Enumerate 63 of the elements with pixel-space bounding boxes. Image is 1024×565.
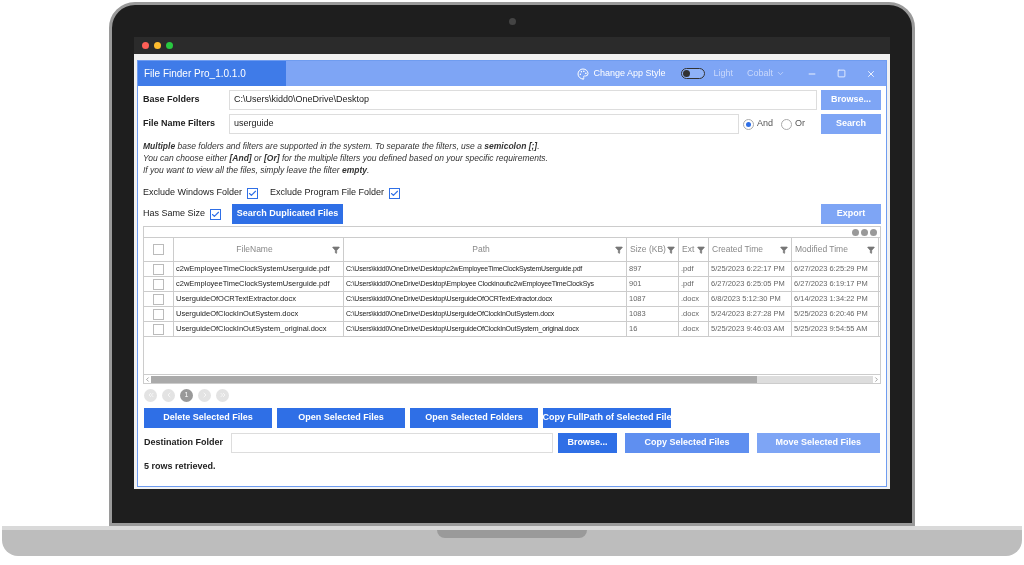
row-checkbox[interactable]	[153, 293, 164, 305]
browse-button[interactable]: Browse...	[557, 432, 618, 453]
row-checkbox[interactable]	[153, 323, 164, 335]
filter-icon[interactable]	[867, 245, 875, 254]
column-header[interactable]: Ext	[682, 243, 695, 256]
radio-label[interactable]: Or	[795, 117, 805, 131]
filter-icon[interactable]	[697, 245, 705, 254]
filter-icon[interactable]	[615, 245, 623, 254]
column-header[interactable]: FileName	[177, 243, 332, 256]
field-label: Destination Folder	[144, 435, 224, 449]
filter-icon[interactable]	[780, 245, 788, 254]
move-files-button[interactable]: Move Selected Files	[756, 432, 880, 453]
next-page-icon[interactable]	[198, 388, 211, 402]
status-text: 5 rows retrieved.	[143, 460, 217, 473]
checkbox-label: Exclude Program File Folder	[270, 186, 385, 200]
scroll-left-icon[interactable]	[144, 375, 151, 383]
export-button[interactable]: Export	[821, 204, 881, 224]
filters-field[interactable]: userguide	[229, 114, 739, 134]
row-checkbox[interactable]	[153, 308, 164, 320]
action-button[interactable]: Copy FullPath of Selected File	[543, 408, 671, 428]
base-folders-field[interactable]: C:\Users\kidd0\OneDrive\Desktop	[229, 90, 817, 110]
help-text: If you want to view all the files, simply leave the filter empty.	[143, 164, 371, 176]
column-header[interactable]: Created Time	[712, 243, 764, 256]
search-button[interactable]: Search	[821, 114, 881, 134]
column-header[interactable]: Modified Time	[795, 243, 848, 256]
checkbox-label: Exclude Windows Folder	[143, 186, 243, 200]
camera-icon	[508, 18, 516, 25]
checkbox[interactable]	[210, 208, 222, 220]
copy-files-button[interactable]: Copy Selected Files	[625, 432, 749, 453]
theme-toggle[interactable]	[681, 68, 706, 79]
style-label[interactable]: Change App Style	[593, 66, 666, 81]
first-page-icon[interactable]	[144, 388, 157, 402]
radio-label[interactable]: And	[757, 117, 773, 131]
toggle-label: Light	[713, 66, 733, 80]
horizontal-scrollbar[interactable]	[144, 374, 880, 383]
browse-button[interactable]: Browse...	[821, 90, 881, 110]
field-label: File Name Filters	[143, 117, 217, 131]
previous-page-icon[interactable]	[162, 388, 175, 402]
row-checkbox[interactable]	[153, 278, 164, 290]
close-icon[interactable]	[866, 68, 876, 79]
filter-icon[interactable]	[667, 245, 675, 254]
help-text: You can choose either [And] or [Or] for the multiple filters you defined based on your specific requirements.	[143, 152, 549, 164]
maximize-icon[interactable]	[837, 69, 846, 78]
row-checkbox[interactable]	[153, 263, 164, 275]
checkbox-label: Has Same Size	[143, 207, 206, 221]
search-duplicated-button[interactable]: Search Duplicated Files	[232, 204, 344, 224]
filter-icon[interactable]	[332, 245, 340, 254]
column-header[interactable]: Size (KB)	[630, 243, 666, 256]
destination-field[interactable]	[230, 432, 553, 453]
field-label: Base Folders	[143, 93, 201, 107]
scroll-right-icon[interactable]	[873, 375, 880, 383]
column-header[interactable]: Path	[347, 243, 615, 256]
action-button[interactable]: Delete Selected Files	[144, 408, 272, 428]
checkbox[interactable]	[153, 244, 164, 255]
checkbox[interactable]	[389, 187, 401, 199]
checkbox[interactable]	[247, 187, 259, 199]
action-button[interactable]: Open Selected Files	[277, 408, 405, 428]
window-title: File Finder Pro_1.0.1.0	[138, 61, 286, 86]
chevron-down-icon[interactable]	[776, 69, 785, 78]
action-button[interactable]: Open Selected Folders	[410, 408, 538, 428]
help-text: Multiple base folders and filters are supported in the system. To separate the filters, use a semicolon [;].	[143, 140, 541, 152]
last-page-icon[interactable]	[216, 388, 229, 402]
palette-icon[interactable]	[577, 67, 590, 80]
